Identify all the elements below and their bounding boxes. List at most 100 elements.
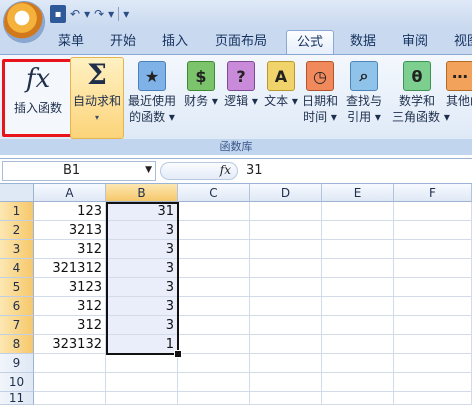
redo-dropdown-icon[interactable]: ▾: [108, 5, 114, 23]
tab-data[interactable]: 数据: [340, 30, 386, 54]
row-header[interactable]: 1: [0, 202, 34, 221]
cell[interactable]: [322, 202, 394, 221]
row-header[interactable]: 5: [0, 278, 34, 297]
cell[interactable]: [394, 278, 472, 297]
cell[interactable]: [250, 354, 322, 373]
financial-button[interactable]: $ 财务 ▾: [182, 57, 220, 135]
cell[interactable]: [322, 221, 394, 240]
cell[interactable]: [394, 335, 472, 354]
cell[interactable]: 3: [106, 278, 178, 297]
cell[interactable]: [250, 259, 322, 278]
column-header-e[interactable]: E: [322, 184, 394, 202]
tab-review[interactable]: 审阅: [392, 30, 438, 54]
column-header-b[interactable]: B: [106, 184, 178, 202]
formula-input[interactable]: 31: [246, 163, 263, 178]
tab-view[interactable]: 视图: [444, 30, 472, 54]
cell[interactable]: 3: [106, 316, 178, 335]
cell[interactable]: 312: [34, 240, 106, 259]
cell[interactable]: [106, 392, 178, 405]
more-functions-button[interactable]: ⋯ 其他函: [446, 57, 472, 135]
cell[interactable]: [394, 240, 472, 259]
date-time-button[interactable]: ◷ 日期和 时间 ▾: [300, 57, 340, 135]
tab-menu[interactable]: 菜单: [48, 30, 94, 54]
column-header-d[interactable]: D: [250, 184, 322, 202]
cell[interactable]: [322, 297, 394, 316]
lookup-reference-button[interactable]: ⌕ 查找与 引用 ▾: [342, 57, 386, 135]
cell[interactable]: 31: [106, 202, 178, 221]
cell[interactable]: 312: [34, 297, 106, 316]
cell[interactable]: [34, 373, 106, 392]
cell[interactable]: [178, 335, 250, 354]
cell[interactable]: [394, 316, 472, 335]
undo-dropdown-icon[interactable]: ▾: [84, 5, 90, 23]
cell[interactable]: [394, 373, 472, 392]
cell[interactable]: 3123: [34, 278, 106, 297]
cell[interactable]: [178, 316, 250, 335]
cell[interactable]: [178, 202, 250, 221]
cell[interactable]: [250, 240, 322, 259]
insert-function-control[interactable]: fx: [160, 162, 238, 180]
tab-insert[interactable]: 插入: [152, 30, 198, 54]
row-header[interactable]: 9: [0, 354, 34, 373]
column-header-f[interactable]: F: [394, 184, 472, 202]
cell[interactable]: [34, 392, 106, 405]
fx-icon[interactable]: fx: [220, 163, 231, 177]
cell[interactable]: [250, 373, 322, 392]
select-all-corner[interactable]: [0, 184, 34, 202]
office-button[interactable]: [4, 2, 44, 42]
cell[interactable]: [322, 354, 394, 373]
cell[interactable]: [106, 354, 178, 373]
cell[interactable]: [394, 202, 472, 221]
cell[interactable]: [322, 392, 394, 405]
text-button[interactable]: A 文本 ▾: [262, 57, 300, 135]
logical-button[interactable]: ? 逻辑 ▾: [222, 57, 260, 135]
chevron-down-icon[interactable]: ▼: [145, 165, 152, 175]
fill-handle[interactable]: [174, 350, 182, 358]
cell[interactable]: 323132: [34, 335, 106, 354]
cell[interactable]: [322, 335, 394, 354]
column-header-a[interactable]: A: [34, 184, 106, 202]
cell[interactable]: [178, 373, 250, 392]
cell[interactable]: [394, 354, 472, 373]
row-header[interactable]: 3: [0, 240, 34, 259]
cell[interactable]: 3213: [34, 221, 106, 240]
save-icon[interactable]: ▪: [50, 5, 66, 23]
row-header[interactable]: 8: [0, 335, 34, 354]
tab-page-layout[interactable]: 页面布局: [206, 30, 276, 54]
cell[interactable]: [322, 316, 394, 335]
cell[interactable]: [178, 221, 250, 240]
cell[interactable]: [250, 316, 322, 335]
row-header[interactable]: 6: [0, 297, 34, 316]
name-box[interactable]: B1 ▼: [2, 161, 156, 181]
recently-used-button[interactable]: ★ 最近使用 的函数 ▾: [124, 57, 180, 135]
redo-icon[interactable]: ↷: [94, 5, 104, 23]
cell[interactable]: [250, 202, 322, 221]
cell[interactable]: [250, 335, 322, 354]
cell[interactable]: 321312: [34, 259, 106, 278]
cell[interactable]: [34, 354, 106, 373]
cell[interactable]: 123: [34, 202, 106, 221]
cell[interactable]: [250, 221, 322, 240]
cell[interactable]: [322, 278, 394, 297]
row-header[interactable]: 11: [0, 392, 34, 405]
cell[interactable]: [394, 297, 472, 316]
cell[interactable]: [394, 259, 472, 278]
cell[interactable]: [178, 354, 250, 373]
cell[interactable]: [106, 373, 178, 392]
autosum-dropdown-icon[interactable]: ▾: [71, 113, 123, 122]
cell[interactable]: [178, 240, 250, 259]
row-header[interactable]: 4: [0, 259, 34, 278]
cell[interactable]: [250, 297, 322, 316]
autosum-button[interactable]: Σ 自动求和 ▾: [70, 57, 124, 139]
cell[interactable]: [394, 221, 472, 240]
cell[interactable]: 3: [106, 240, 178, 259]
row-header[interactable]: 10: [0, 373, 34, 392]
cell[interactable]: [178, 297, 250, 316]
cell[interactable]: [250, 392, 322, 405]
insert-function-button[interactable]: fx 插入函数: [2, 59, 74, 137]
cell[interactable]: 312: [34, 316, 106, 335]
cell[interactable]: [394, 392, 472, 405]
cell[interactable]: [250, 278, 322, 297]
cell[interactable]: [178, 392, 250, 405]
cell[interactable]: 3: [106, 221, 178, 240]
